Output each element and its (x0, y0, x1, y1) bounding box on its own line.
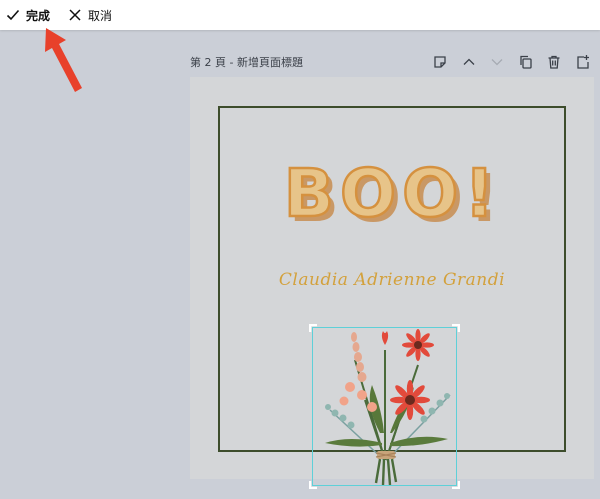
cancel-label: 取消 (88, 8, 113, 23)
check-icon (6, 9, 20, 21)
resize-handle-bottom-right[interactable] (452, 481, 460, 489)
done-label: 完成 (26, 8, 51, 23)
headline-text[interactable]: BOO! (220, 154, 564, 234)
add-page-icon[interactable] (575, 54, 591, 70)
chevron-down-icon[interactable] (489, 54, 505, 70)
page-title[interactable]: 第 2 頁 - 新增頁面標題 (190, 54, 303, 70)
resize-handle-bottom-left[interactable] (309, 481, 317, 489)
resize-handle-top-left[interactable] (309, 324, 317, 332)
chevron-up-icon[interactable] (461, 54, 477, 70)
name-text[interactable]: Claudia Adrienne Grandi (220, 270, 564, 290)
close-icon (69, 9, 81, 21)
selection-box[interactable] (312, 327, 457, 486)
annotation-arrow (45, 28, 82, 92)
top-toolbar: 完成 取消 (0, 0, 600, 30)
duplicate-icon[interactable] (518, 54, 534, 70)
trash-icon[interactable] (546, 54, 562, 70)
page-toolbar (430, 54, 600, 70)
note-icon[interactable] (432, 54, 448, 70)
resize-handle-top-right[interactable] (452, 324, 460, 332)
